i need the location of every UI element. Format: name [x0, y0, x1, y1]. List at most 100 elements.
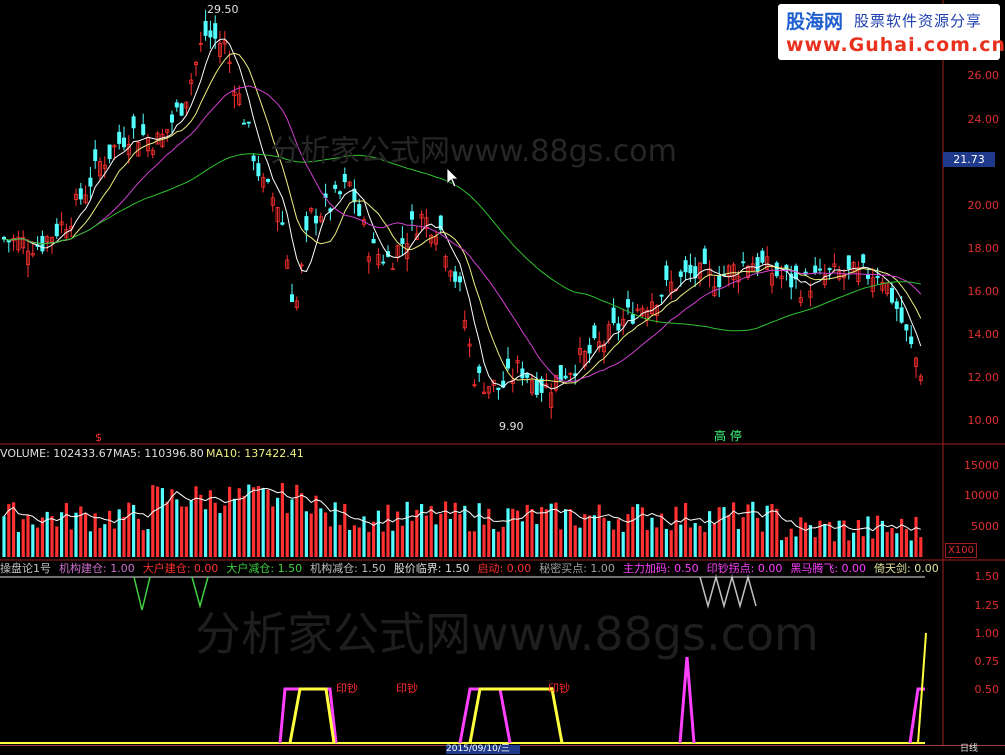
volume-bar [626, 514, 630, 557]
volume-bar [170, 489, 174, 557]
volume-bar [434, 524, 438, 557]
low-price-label: 9.90 [499, 420, 524, 433]
candle-body [563, 375, 568, 379]
candle-body [587, 344, 592, 354]
indicator-legend: 操盘论1号 机构建仓: 1.00 大户建仓: 0.00 大户减仓: 1.50 机构减仓:… [0, 562, 943, 576]
volume-bar [856, 519, 860, 557]
volume-bar [136, 518, 140, 557]
volume-bar [266, 489, 270, 557]
period-label: 日线 [960, 744, 979, 754]
indicator-spike [458, 687, 512, 744]
price-tick: 14.00 [967, 328, 1000, 341]
candle-body [357, 204, 362, 216]
volume-bar [112, 528, 116, 557]
indicator-v [133, 576, 151, 611]
volume-bar [482, 524, 486, 557]
price-tick: 20.00 [967, 199, 1000, 212]
volume-bar [708, 511, 712, 557]
volume-bar [756, 517, 760, 557]
candle-body [265, 179, 270, 182]
volume-bar [501, 526, 505, 557]
volume-bar [271, 506, 275, 557]
candle-body [688, 264, 693, 274]
volume-bar [573, 525, 577, 557]
candle-body [213, 23, 218, 39]
volume-bar [655, 527, 659, 557]
volume-bar [184, 506, 188, 557]
volume-bar [117, 509, 121, 557]
price-tick: 24.00 [967, 113, 1000, 126]
price-tick: 16.00 [967, 285, 1000, 298]
volume-bar [540, 507, 544, 557]
candle-body [818, 268, 823, 271]
candle-body [141, 124, 146, 135]
indicator-spike [908, 687, 925, 744]
candle-body [117, 131, 122, 144]
candle-body [904, 324, 909, 331]
volume-bar [45, 511, 49, 557]
volume-bar [530, 509, 534, 557]
volume-bar [127, 502, 131, 557]
volume-bar [583, 514, 587, 557]
volume-bar [866, 516, 870, 557]
candle-body [453, 271, 458, 282]
candle-body [304, 216, 309, 231]
volume-bar [108, 510, 112, 557]
candle-body [909, 336, 914, 345]
candle-body [88, 177, 93, 187]
mark-label: 印钞 [336, 682, 358, 695]
volume-bar [458, 514, 462, 557]
candle-body [390, 268, 395, 271]
volume-bar [175, 499, 179, 557]
candle-body [477, 366, 482, 373]
volume-bar [496, 531, 500, 557]
volume-bar [352, 525, 356, 557]
volume-bar [64, 503, 68, 557]
volume-bar [506, 508, 510, 557]
volume-bar [338, 524, 342, 557]
volume-bar [448, 518, 452, 557]
volume-bar [607, 520, 611, 557]
date-cursor-box: 2015/09/10/三 [446, 745, 520, 754]
candle-body [496, 387, 501, 390]
candle-body [678, 271, 683, 277]
dollar-marker: $ [95, 431, 102, 444]
candle-body [611, 307, 616, 324]
volume-ma-line [3, 487, 921, 532]
volume-bar [789, 528, 793, 557]
volume-bar [684, 503, 688, 557]
candle-body [54, 223, 59, 237]
volume-bar [895, 533, 899, 557]
volume-bar [31, 524, 35, 557]
volume-bar [429, 506, 433, 557]
volume-bar [487, 508, 491, 557]
candle-body [381, 261, 386, 264]
indicator-legend-item: 操盘论1号 [0, 562, 51, 575]
candle-body [337, 191, 342, 195]
candlestick-series [2, 9, 923, 419]
volume-bar [578, 527, 582, 557]
volume-bar [511, 508, 515, 557]
volume-bar [21, 519, 25, 557]
volume-bar [516, 510, 520, 557]
volume-bar [880, 520, 884, 557]
volume-bar [314, 495, 318, 557]
volume-bar [79, 506, 83, 557]
volume-bar [444, 501, 448, 557]
volume-bar [381, 531, 385, 557]
mark-label: 印钞 [548, 682, 570, 695]
volume-bar [372, 521, 376, 557]
volume-bar [151, 485, 155, 557]
volume-bar [400, 525, 404, 557]
volume-bar [616, 519, 620, 557]
candle-body [664, 265, 669, 280]
volume-bar [36, 527, 40, 557]
volume-unit: X100 [945, 543, 977, 558]
volume-bar [256, 486, 260, 557]
volume-bar [828, 521, 832, 557]
signal-label: 高 停 [714, 429, 742, 443]
volume-bar [727, 514, 731, 557]
volume-tick: 5000 [971, 520, 999, 533]
indicator-spike [468, 687, 564, 744]
volume-bar [631, 506, 635, 557]
